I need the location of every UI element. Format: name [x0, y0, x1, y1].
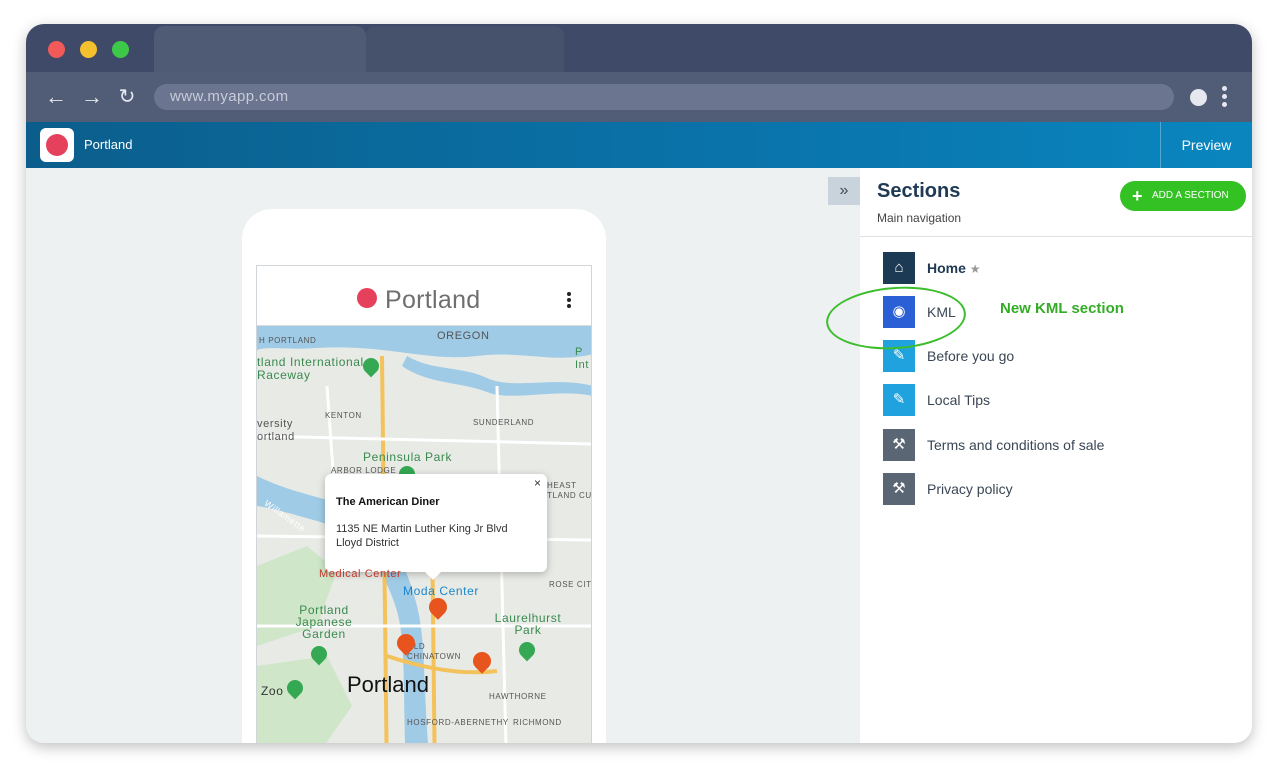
map-label: Moda Center	[403, 584, 479, 598]
map-label: Zoo	[261, 684, 284, 698]
divider	[860, 236, 1252, 237]
map-info-popup: × The American Diner 1135 NE Martin Luth…	[325, 474, 547, 580]
section-item-label: Privacy policy	[927, 481, 1013, 497]
maximize-window-button[interactable]	[112, 41, 129, 58]
reload-icon[interactable]: ↻	[115, 85, 139, 109]
overflow-menu-icon[interactable]	[567, 292, 571, 310]
map-label: Portland Japanese Garden	[295, 603, 353, 641]
map-label: versity ortland	[257, 418, 295, 443]
phone-mockup: Portland OREGON H PORTLAND P Int tland I…	[242, 209, 606, 743]
map-label: ROSE CIT	[549, 580, 592, 589]
map-city-label: Portland	[347, 672, 429, 697]
map-label: KENTON	[325, 411, 362, 420]
map-label: HAWTHORNE	[489, 692, 547, 701]
map-label: Medical Center	[319, 568, 402, 580]
home-icon: ⌂	[883, 252, 915, 284]
preview-canvas: » Portland OREGON H PORTLAND P Int tland…	[26, 168, 860, 743]
address-bar[interactable]: www.myapp.com	[154, 84, 1174, 110]
popup-title: The American Diner	[336, 496, 440, 508]
lotus-logo-icon	[46, 134, 68, 156]
map-label: HEAST TLAND CU	[547, 481, 592, 500]
gavel-icon: ⚒	[883, 473, 915, 505]
back-arrow-icon[interactable]: ←	[44, 85, 68, 109]
add-section-label: ADD A SECTION	[1152, 190, 1229, 201]
preview-button[interactable]: Preview	[1160, 122, 1252, 168]
popup-address-line2: Lloyd District	[336, 537, 399, 549]
browser-tab[interactable]	[366, 26, 564, 72]
minimize-window-button[interactable]	[80, 41, 97, 58]
browser-toolbar: ← → ↻ www.myapp.com	[26, 72, 1252, 122]
close-window-button[interactable]	[48, 41, 65, 58]
map-label: OREGON	[437, 330, 490, 342]
plus-icon: +	[1132, 186, 1143, 206]
map-label: Laurelhurst Park	[494, 611, 562, 637]
section-item-local-tips[interactable]: ✎ Local Tips	[883, 384, 1223, 416]
app-name: Portland	[84, 137, 133, 152]
star-icon: ★	[969, 262, 981, 276]
phone-app-header: Portland	[257, 266, 591, 326]
popup-address-line1: 1135 NE Martin Luther King Jr Blvd	[336, 523, 508, 535]
browser-tab-strip	[26, 24, 1252, 72]
section-item-home[interactable]: ⌂ Home ★	[883, 252, 1223, 284]
map-label: tland International Raceway	[257, 355, 364, 382]
map-label: H PORTLAND	[259, 336, 317, 345]
app-logo	[40, 128, 74, 162]
forward-arrow-icon[interactable]: →	[80, 85, 104, 109]
close-icon[interactable]: ×	[534, 476, 541, 490]
section-item-terms[interactable]: ⚒ Terms and conditions of sale	[883, 429, 1223, 461]
popup-address: 1135 NE Martin Luther King Jr Blvd Lloyd…	[336, 522, 508, 550]
map-label: P Int	[575, 346, 590, 371]
map-label: HOSFORD-ABERNETHY	[407, 718, 509, 727]
sections-title: Sections	[877, 180, 961, 202]
sections-panel: Sections Main navigation + ADD A SECTION…	[860, 168, 1252, 743]
section-item-label: Before you go	[927, 348, 1015, 364]
map-label: RICHMOND	[513, 718, 562, 727]
gavel-icon: ⚒	[883, 429, 915, 461]
add-section-button[interactable]: + ADD A SECTION	[1120, 181, 1246, 211]
section-item-privacy[interactable]: ⚒ Privacy policy	[883, 473, 1223, 505]
collapse-panel-button[interactable]: »	[828, 177, 860, 205]
section-item-label: Local Tips	[927, 392, 991, 408]
pencil-icon: ✎	[883, 384, 915, 416]
street	[257, 434, 591, 446]
phone-app-title: Portland	[385, 286, 481, 314]
lotus-logo-icon	[357, 288, 377, 308]
new-kml-annotation: New KML section	[1000, 300, 1124, 317]
sections-subtitle: Main navigation	[877, 211, 962, 225]
map-label: SUNDERLAND	[473, 418, 535, 427]
section-item-label: Terms and conditions of sale	[927, 437, 1105, 453]
phone-screen: Portland OREGON H PORTLAND P Int tland I…	[256, 265, 592, 743]
browser-tab-active[interactable]	[154, 26, 366, 72]
browser-window: ← → ↻ www.myapp.com Portland Preview » P…	[26, 24, 1252, 743]
section-item-before-you-go[interactable]: ✎ Before you go	[883, 340, 1223, 372]
app-header: Portland Preview	[26, 122, 1252, 168]
section-item-home-label: Home	[927, 260, 966, 276]
washington-park-area	[257, 656, 352, 743]
profile-icon[interactable]	[1190, 89, 1207, 106]
map-label: Peninsula Park	[363, 450, 453, 464]
map-view[interactable]: OREGON H PORTLAND P Int tland Internatio…	[257, 326, 591, 743]
section-item-label: Home ★	[927, 252, 981, 285]
browser-menu-icon[interactable]	[1222, 84, 1228, 110]
